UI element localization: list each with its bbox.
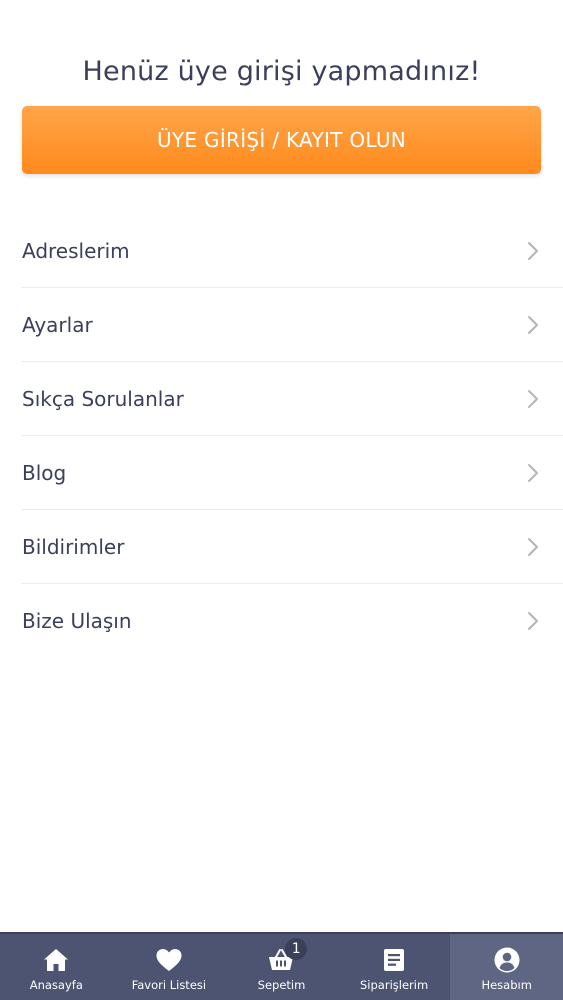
tab-cart[interactable]: Sepetim 1 — [225, 934, 338, 1000]
menu-item-label: Bildirimler — [22, 534, 125, 559]
menu-item-label: Blog — [22, 460, 67, 485]
login-register-button[interactable]: ÜYE GİRİŞİ / KAYIT OLUN — [22, 106, 541, 174]
menu-item-faq[interactable]: Sıkça Sorulanlar — [22, 362, 563, 436]
menu-item-label: Ayarlar — [22, 312, 93, 337]
heart-icon — [156, 949, 182, 971]
tab-account[interactable]: Hesabım — [450, 934, 563, 1000]
chevron-right-icon — [528, 463, 538, 482]
chevron-right-icon — [528, 611, 538, 630]
home-icon — [44, 949, 69, 971]
tab-favorites[interactable]: Favori Listesi — [113, 934, 226, 1000]
tab-label: Sepetim — [257, 978, 306, 992]
page-title: Henüz üye girişi yapmadınız! — [82, 56, 481, 87]
menu-item-label: Sıkça Sorulanlar — [22, 386, 184, 411]
tab-label: Favori Listesi — [131, 978, 207, 992]
account-icon — [494, 947, 520, 973]
tab-home[interactable]: Anasayfa — [0, 934, 113, 1000]
tab-label: Hesabım — [481, 978, 532, 992]
cart-count-badge: 1 — [285, 938, 308, 960]
account-screen: Henüz üye girişi yapmadınız! ÜYE GİRİŞİ … — [0, 0, 563, 1000]
menu-item-contact[interactable]: Bize Ulaşın — [22, 584, 563, 657]
bottom-tab-bar: Anasayfa Favori Listesi Sepetim 1 Sipari… — [0, 932, 563, 1000]
account-menu: Adreslerim Ayarlar Sıkça Sorulanlar Blog… — [0, 214, 563, 657]
tab-label: Siparişlerim — [360, 978, 429, 992]
chevron-right-icon — [528, 315, 538, 334]
menu-item-blog[interactable]: Blog — [22, 436, 563, 510]
tab-label: Anasayfa — [29, 978, 83, 992]
chevron-right-icon — [528, 241, 538, 260]
orders-icon — [384, 949, 405, 971]
tab-orders[interactable]: Siparişlerim — [338, 934, 451, 1000]
chevron-right-icon — [528, 537, 538, 556]
menu-item-notifications[interactable]: Bildirimler — [22, 510, 563, 584]
menu-item-label: Bize Ulaşın — [22, 608, 132, 633]
menu-item-label: Adreslerim — [22, 238, 130, 263]
menu-item-addresses[interactable]: Adreslerim — [22, 214, 563, 288]
chevron-right-icon — [528, 389, 538, 408]
menu-item-settings[interactable]: Ayarlar — [22, 288, 563, 362]
